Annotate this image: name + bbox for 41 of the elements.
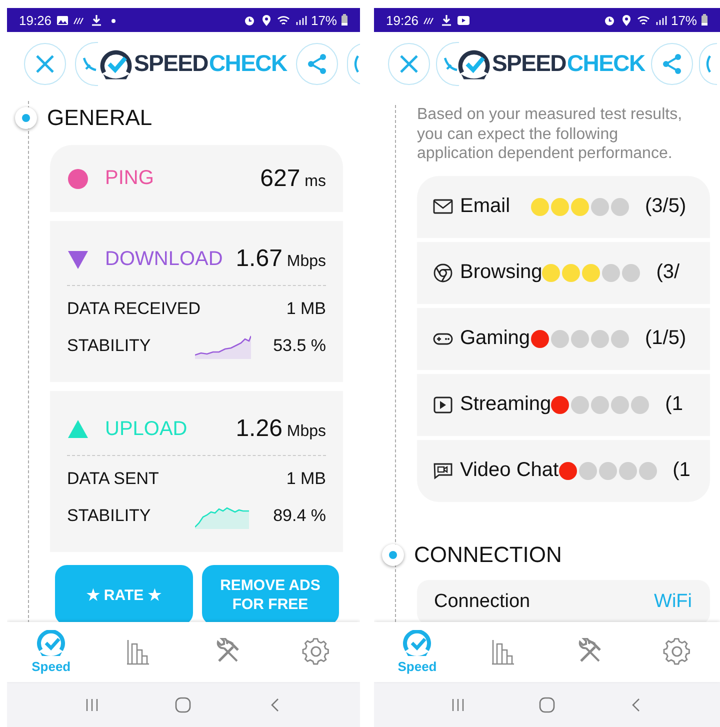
detail-label: STABILITY [67, 336, 152, 356]
section-heading: CONNECTION [414, 542, 562, 568]
app-name: Email [460, 195, 512, 218]
section-heading: GENERAL [47, 105, 152, 131]
app-name: Video Chat [460, 459, 559, 482]
remove-ads-button[interactable]: REMOVE ADS FOR FREE [202, 565, 339, 622]
rating-count: (1 [672, 459, 690, 482]
detail-value: 1 MB [286, 298, 326, 318]
metric-label: DOWNLOAD [105, 248, 223, 270]
detail-value: 53.5 % [273, 336, 326, 356]
app-name: Streaming [460, 393, 552, 416]
metric-label: UPLOAD [105, 418, 188, 440]
logo-text: SPEED [492, 50, 566, 77]
rating-count: (1/5) [645, 327, 686, 350]
metric-value: 627 ms [260, 164, 326, 192]
detail-value: 1 MB [286, 468, 326, 488]
metric-label: PING [105, 167, 154, 190]
battery-level: 17% [670, 12, 697, 28]
rating-count: (1 [665, 393, 683, 416]
detail-value: 89.4 % [273, 506, 326, 526]
clock-time: 19:26 [19, 12, 52, 28]
nav-tab[interactable]: Speed [393, 630, 442, 674]
battery-level: 17% [310, 12, 337, 28]
detail-label: DATA RECEIVED [67, 298, 202, 318]
logo-text: CHECK [208, 50, 287, 77]
app-name: Gaming [460, 327, 531, 350]
nav-tab[interactable]: Speed [27, 630, 76, 674]
info-value: WiFi [654, 591, 692, 613]
detail-label: DATA SENT [67, 468, 160, 488]
logo-text: CHECK [566, 50, 645, 77]
logo-text: SPEED [134, 50, 208, 77]
detail-label: STABILITY [67, 506, 152, 526]
description-text: Based on your measured test results, you can expect the following application dependent performance. [417, 105, 684, 164]
clock-time: 19:26 [386, 12, 419, 28]
metric-value: 1.67 Mbps [236, 245, 326, 273]
metric-value: 1.26 Mbps [236, 415, 326, 443]
rate-button[interactable]: ★ RATE ★ [55, 565, 192, 622]
app-name: Browsing [460, 261, 542, 284]
rating-count: (3/5) [645, 195, 686, 218]
info-label: Connection [434, 591, 530, 613]
rating-count: (3/ [656, 261, 680, 284]
